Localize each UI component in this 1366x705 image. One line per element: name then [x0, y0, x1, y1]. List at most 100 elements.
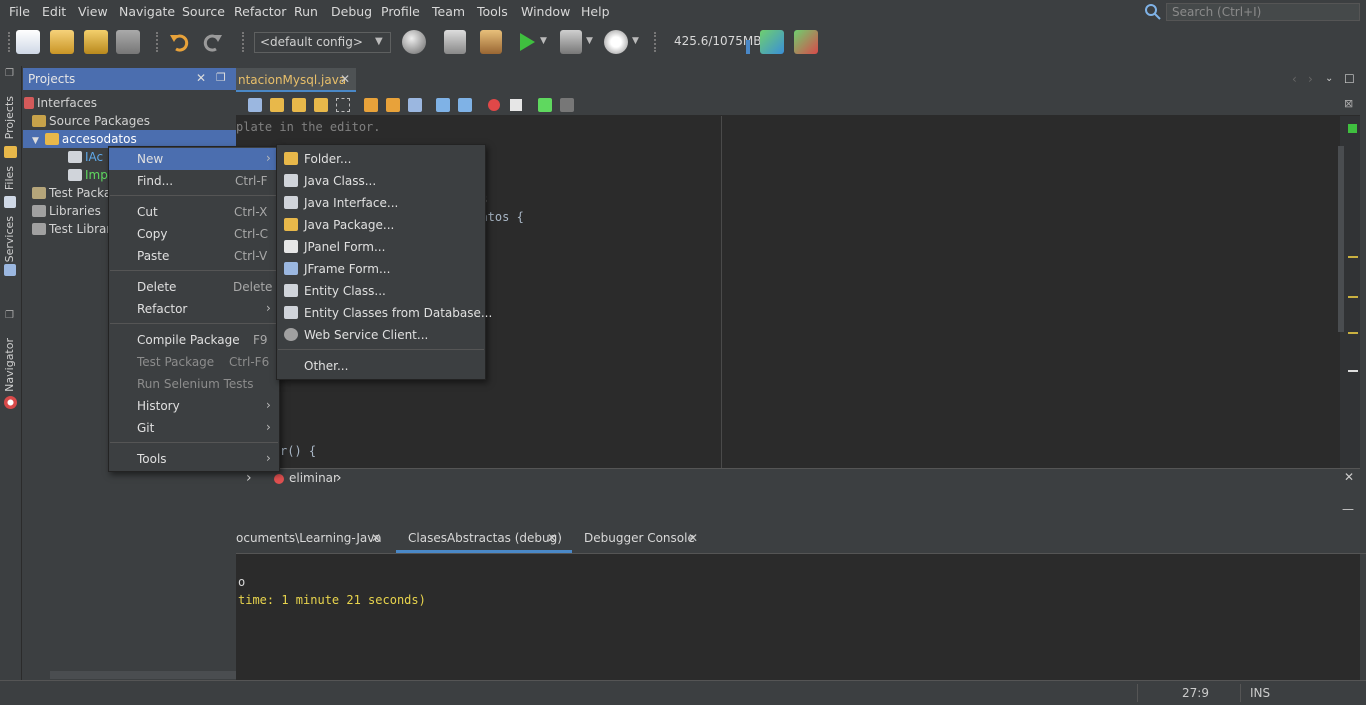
menu-item-new[interactable]: New ›	[109, 148, 279, 170]
menu-item-git[interactable]: Git ›	[109, 417, 279, 439]
search-icon[interactable]	[1144, 3, 1162, 21]
caret-marker[interactable]	[1348, 370, 1358, 372]
maximize-icon[interactable]: ☐	[1344, 72, 1355, 86]
close-icon[interactable]: ✕	[688, 531, 698, 545]
shift-left-icon[interactable]	[436, 98, 450, 112]
tree-item-libraries[interactable]: Libraries	[32, 204, 101, 222]
menu-item-copy[interactable]: Copy Ctrl-C	[109, 223, 279, 245]
chevron-down-icon[interactable]: ▼	[632, 36, 639, 46]
submenu-item-java-interface[interactable]: Java Interface...	[277, 192, 485, 214]
tree-item-imp[interactable]: Imp	[68, 168, 108, 186]
comment-icon[interactable]	[538, 98, 552, 112]
tree-item-iac[interactable]: IAc	[68, 150, 103, 168]
tree-item-interfaces[interactable]: Interfaces	[24, 96, 97, 114]
tab-files[interactable]: Files	[3, 166, 16, 190]
record-macro-icon[interactable]	[488, 99, 500, 111]
menu-file[interactable]: File	[9, 4, 30, 19]
submenu-item-entity-classes-from-database[interactable]: Entity Classes from Database...	[277, 302, 492, 324]
tab-navigator[interactable]: Navigator	[3, 338, 16, 392]
toggle-bookmark-icon[interactable]	[408, 98, 422, 112]
config-select[interactable]: <default config>	[254, 32, 391, 53]
submenu-item-jframe-form[interactable]: JFrame Form...	[277, 258, 485, 280]
restore-icon[interactable]: ❐	[5, 310, 14, 321]
save-all-icon[interactable]	[116, 30, 140, 54]
tree-item-source-packages[interactable]: Source Packages	[32, 114, 150, 132]
close-icon[interactable]: ✕	[196, 71, 206, 85]
menu-edit[interactable]: Edit	[42, 4, 66, 19]
menu-source[interactable]: Source	[182, 4, 225, 19]
profiler-snapshot-icon[interactable]	[794, 30, 818, 54]
chevron-right-icon[interactable]: ›	[1308, 72, 1313, 86]
tab-services[interactable]: Services	[3, 216, 16, 262]
chevron-down-icon[interactable]: ▼	[32, 136, 39, 146]
projects-title[interactable]: Projects	[28, 72, 75, 86]
close-icon[interactable]: ✕	[340, 72, 350, 86]
close-icon[interactable]: ✕	[371, 531, 381, 545]
open-project-icon[interactable]	[84, 30, 108, 54]
split-editor-icon[interactable]: ⊠	[1344, 97, 1353, 110]
minimize-icon[interactable]: —	[1342, 502, 1354, 516]
menu-item-cut[interactable]: Cut Ctrl-X	[109, 201, 279, 223]
rectangular-selection-icon[interactable]	[336, 98, 350, 112]
output-tab-debugger-console[interactable]: Debugger Console	[584, 531, 695, 545]
menu-item-delete[interactable]: Delete Delete	[109, 276, 279, 298]
chevron-left-icon[interactable]: ‹	[1292, 72, 1297, 86]
menu-item-refactor[interactable]: Refactor ›	[109, 298, 279, 320]
menu-item-history[interactable]: History ›	[109, 395, 279, 417]
undo-icon[interactable]	[168, 31, 190, 53]
submenu-item-web-service-client[interactable]: Web Service Client...	[277, 324, 485, 346]
chevron-down-icon[interactable]: ▼	[540, 36, 547, 46]
insert-mode[interactable]: INS	[1250, 686, 1270, 700]
restore-icon[interactable]: ❐	[5, 68, 14, 79]
menu-run[interactable]: Run	[294, 4, 318, 19]
close-icon[interactable]: ✕	[547, 531, 557, 545]
new-file-icon[interactable]	[16, 30, 40, 54]
new-project-icon[interactable]	[50, 30, 74, 54]
menu-item-find[interactable]: Find... Ctrl-F	[109, 170, 279, 192]
globe-icon[interactable]	[402, 30, 426, 54]
menu-item-test-package[interactable]: Test Package Ctrl-F6	[109, 351, 279, 373]
profile-icon[interactable]	[604, 30, 628, 54]
tab-projects[interactable]: Projects	[3, 96, 16, 139]
output-console[interactable]: o time: 1 minute 21 seconds)	[236, 554, 1360, 680]
error-stripe[interactable]	[1338, 116, 1360, 468]
chevron-right-icon[interactable]: ›	[246, 470, 252, 486]
next-bookmark-icon[interactable]	[386, 98, 400, 112]
chevron-right-icon[interactable]: ›	[336, 470, 342, 486]
output-tab-learning-java[interactable]: ocuments\Learning-Java	[236, 531, 382, 545]
submenu-item-other[interactable]: Other...	[277, 355, 485, 377]
menu-tools[interactable]: Tools	[477, 4, 508, 19]
previous-bookmark-icon[interactable]	[364, 98, 378, 112]
submenu-item-entity-class[interactable]: Entity Class...	[277, 280, 485, 302]
menu-refactor[interactable]: Refactor	[234, 4, 286, 19]
submenu-item-java-class[interactable]: Java Class...	[277, 170, 485, 192]
shift-right-icon[interactable]	[458, 98, 472, 112]
warning-marker[interactable]	[1348, 332, 1358, 334]
restore-icon[interactable]: ❐	[216, 71, 226, 84]
clean-build-icon[interactable]	[480, 30, 502, 54]
redo-icon[interactable]	[202, 31, 224, 53]
menu-navigate[interactable]: Navigate	[119, 4, 175, 19]
submenu-item-folder[interactable]: Folder...	[277, 148, 485, 170]
menu-item-paste[interactable]: Paste Ctrl-V	[109, 245, 279, 267]
menu-item-compile-package[interactable]: Compile Package F9	[109, 329, 279, 351]
close-icon[interactable]: ✕	[1344, 470, 1354, 484]
menu-view[interactable]: View	[78, 4, 108, 19]
menu-team[interactable]: Team	[432, 4, 465, 19]
uncomment-icon[interactable]	[560, 98, 574, 112]
run-icon[interactable]	[518, 32, 536, 52]
caret-position[interactable]: 27:9	[1182, 686, 1209, 700]
horizontal-scrollbar[interactable]	[50, 671, 236, 679]
gc-icon[interactable]	[760, 30, 784, 54]
editor-tab-label[interactable]: ntacionMysql.java	[238, 73, 346, 87]
menu-window[interactable]: Window	[521, 4, 570, 19]
find-icon[interactable]	[248, 98, 262, 112]
chevron-down-icon[interactable]: ▼	[586, 36, 593, 46]
toggle-highlight-icon[interactable]	[314, 98, 328, 112]
find-next-icon[interactable]	[292, 98, 306, 112]
submenu-item-java-package[interactable]: Java Package...	[277, 214, 485, 236]
chevron-down-icon[interactable]: ⌄	[1325, 73, 1333, 84]
menu-debug[interactable]: Debug	[331, 4, 372, 19]
output-tab-clasesabstractas[interactable]: ClasesAbstractas (debug)	[408, 531, 562, 545]
warning-marker[interactable]	[1348, 296, 1358, 298]
